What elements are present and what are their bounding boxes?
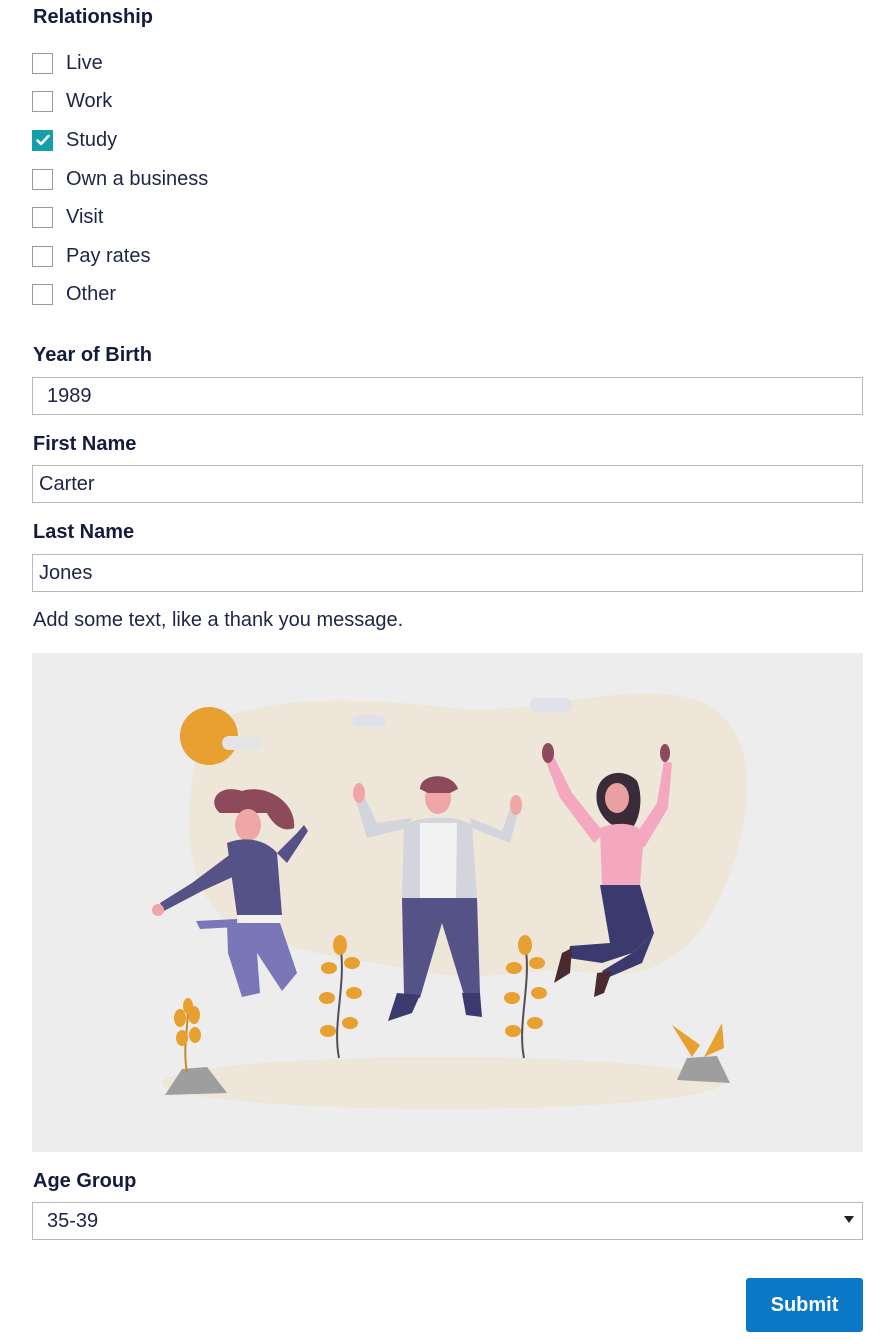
first-name-value: Carter — [39, 472, 95, 495]
checkbox-label-other: Other — [66, 282, 117, 305]
age-group-label: Age Group — [33, 1170, 137, 1192]
illustration-graphic — [152, 693, 748, 1109]
checkbox-row-study[interactable]: Study — [32, 128, 117, 152]
checkbox-label-visit: Visit — [66, 205, 104, 228]
checkbox-row-other[interactable]: Other — [32, 282, 116, 306]
checkbox-row-pay-rates[interactable]: Pay rates — [32, 244, 150, 268]
work-checkbox[interactable] — [32, 90, 53, 112]
last-name-label: Last Name — [33, 521, 135, 543]
submit-button[interactable]: Submit — [746, 1278, 863, 1332]
checkmark-icon — [35, 134, 50, 146]
checkbox-row-visit[interactable]: Visit — [32, 205, 103, 229]
age-group-select[interactable]: 35-39 — [32, 1202, 863, 1240]
checkbox-row-work[interactable]: Work — [32, 89, 112, 113]
first-name-field[interactable]: Carter — [32, 465, 863, 503]
age-group-selected-value: 35-39 — [47, 1209, 99, 1232]
pay-rates-checkbox[interactable] — [32, 245, 53, 267]
year-of-birth-label: Year of Birth — [33, 344, 152, 366]
thank-you-message-text: Add some text, like a thank you message. — [33, 609, 404, 631]
last-name-value: Jones — [39, 561, 93, 584]
year-of-birth-field[interactable]: 1989 — [32, 377, 863, 415]
relationship-label: Relationship — [33, 6, 154, 28]
study-checkbox[interactable] — [32, 129, 53, 151]
checkbox-label-own-a-business: Own a business — [66, 167, 209, 190]
checkbox-label-work: Work — [66, 89, 113, 112]
first-name-label: First Name — [33, 433, 137, 455]
last-name-field[interactable]: Jones — [32, 554, 863, 592]
live-checkbox[interactable] — [32, 52, 53, 74]
own-a-business-checkbox[interactable] — [32, 168, 53, 190]
checkbox-label-live: Live — [66, 51, 103, 74]
year-of-birth-value: 1989 — [47, 384, 92, 407]
dropdown-arrow-icon — [844, 1216, 854, 1223]
checkbox-row-live[interactable]: Live — [32, 51, 103, 75]
checkbox-row-own-a-business[interactable]: Own a business — [32, 167, 208, 191]
checkbox-label-pay-rates: Pay rates — [66, 244, 151, 267]
checkbox-label-study: Study — [66, 128, 118, 151]
visit-checkbox[interactable] — [32, 206, 53, 228]
people-celebrating-illustration — [32, 653, 863, 1152]
other-checkbox[interactable] — [32, 283, 53, 305]
